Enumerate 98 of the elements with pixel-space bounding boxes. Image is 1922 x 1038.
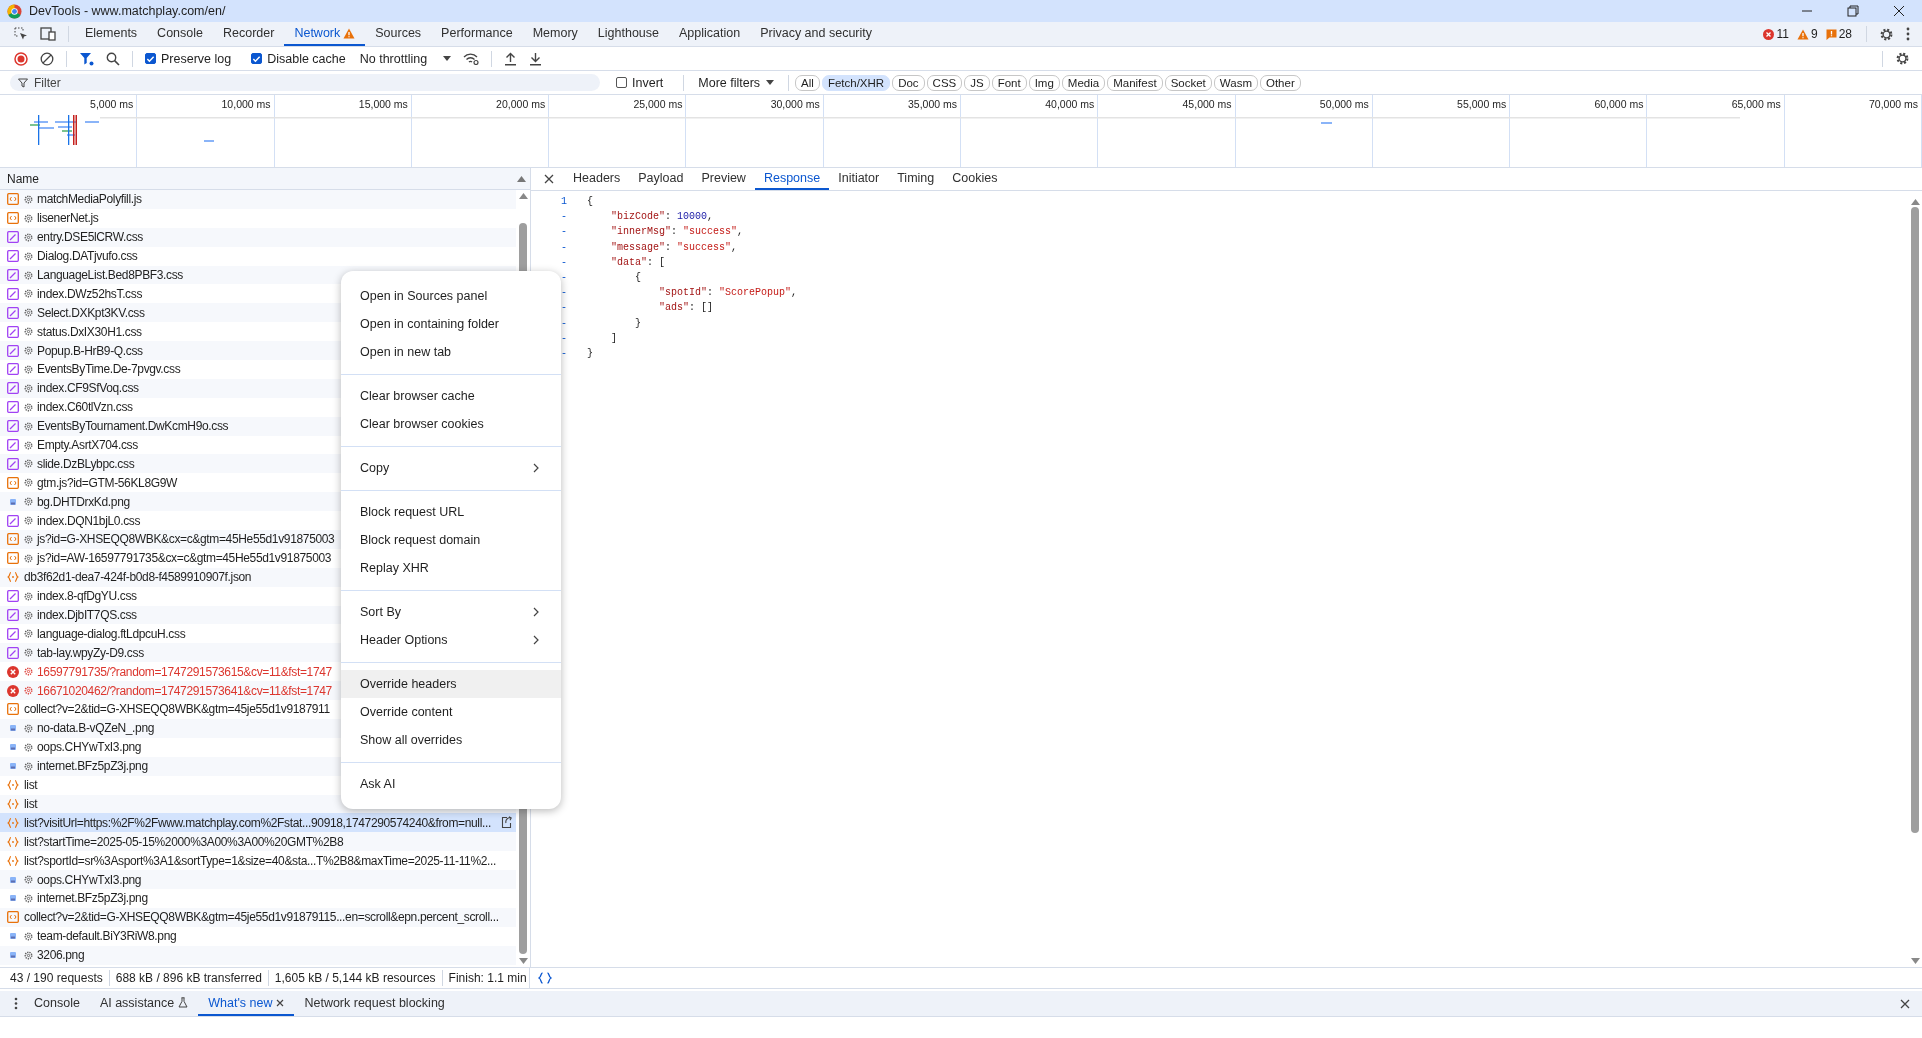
- request-name: gtm.js?id=GTM-56KL8G9W: [37, 475, 177, 490]
- request-name: list?startTime=2025-05-15%2000%3A00%3A00%20GMT%2B8: [24, 834, 344, 849]
- request-name: list?visitUrl=https:%2F%2Fwww.matchplay.com%2Fstat...90918,1747290574240&from=null...: [24, 815, 491, 830]
- request-name: Select.DXKpt3KV.css: [37, 305, 145, 320]
- status-text: 43 / 190 requests: [10, 971, 103, 985]
- tick-label: 25,000 ms: [633, 98, 683, 110]
- request-name: collect?v=2&tid=G-XHSEQQ8WBK&gtm=45je55d1v9187911: [24, 702, 330, 717]
- tick-label: 30,000 ms: [770, 98, 820, 110]
- request-name: EventsByTime.De-7pvgv.css: [37, 362, 181, 377]
- code-token: :: [671, 226, 679, 238]
- code-token: :: [665, 241, 673, 253]
- request-name: index.C60tlVzn.css: [37, 400, 133, 415]
- request-name: 16597791735/?random=1747291573615&cv=11&fst=1747: [37, 664, 332, 679]
- code-token: :: [707, 287, 715, 299]
- code-token: ,: [707, 211, 714, 223]
- request-name: no-data.B-vQZeN_.png: [37, 721, 155, 736]
- code-token: "message": [610, 241, 665, 253]
- request-name: matchMediaPolyfill.js: [37, 192, 142, 207]
- code-token: :: [665, 211, 673, 223]
- request-name: db3f62d1-dea7-424f-b0d8-f4589910907f.json: [24, 570, 252, 585]
- request-name: js?id=G-XHSEQQ8WBK&cx=c&gtm=45He55d1v91875003: [37, 532, 335, 547]
- tick-label: 55,000 ms: [1457, 98, 1507, 110]
- request-name: internet.BFz5pZ3j.png: [37, 891, 148, 906]
- tick-label: 5,000 ms: [90, 98, 134, 110]
- window-title: DevTools - www.matchplay.com/en/: [29, 4, 226, 18]
- code-token: "ScorePopup": [719, 287, 792, 299]
- line-number: -: [560, 226, 567, 238]
- code-token: ]: [610, 332, 617, 344]
- line-number: -: [560, 211, 567, 223]
- code-token: ,: [737, 226, 744, 238]
- line-number: -: [560, 347, 567, 359]
- tick-label: 35,000 ms: [907, 98, 957, 110]
- line-number: -: [560, 302, 567, 314]
- tick-label: 10,000 ms: [221, 98, 271, 110]
- request-name: bg.DHTDrxKd.png: [37, 494, 130, 509]
- tick-label: 60,000 ms: [1594, 98, 1644, 110]
- status-text: 688 kB / 896 kB transferred: [115, 971, 262, 985]
- request-name: collect?v=2&tid=G-XHSEQQ8WBK&gtm=45je55d1v91879115...en=scroll&epn.percent_scroll...: [24, 910, 499, 925]
- request-name: Popup.B-HrB9-Q.css: [37, 343, 143, 358]
- request-name: 3206.png: [37, 948, 85, 963]
- code-token: "success": [677, 241, 732, 253]
- tick-label: 20,000 ms: [496, 98, 546, 110]
- tick-label: 45,000 ms: [1182, 98, 1232, 110]
- code-token: ,: [731, 241, 738, 253]
- request-name: status.DxIX30H1.css: [37, 324, 142, 339]
- status-text: Finish: 1.1 min: [448, 971, 527, 985]
- request-name: internet.BFz5pZ3j.png: [37, 759, 148, 774]
- code-token: }: [587, 347, 593, 359]
- request-name: language-dialog.ftLdpcuH.css: [37, 626, 186, 641]
- tick-label: 15,000 ms: [358, 98, 408, 110]
- request-name: index.8-qfDgYU.css: [37, 589, 137, 604]
- request-name: entry.DSE5lCRW.css: [37, 230, 143, 245]
- line-number: -: [560, 317, 567, 329]
- line-number: -: [560, 256, 567, 268]
- line-number: -: [560, 241, 567, 253]
- code-token: {: [634, 272, 641, 284]
- request-name: 16671020462/?random=1747291573641&cv=11&fst=1747: [37, 683, 332, 698]
- code-token: "ads": [658, 302, 690, 314]
- code-token: : [: [647, 256, 666, 268]
- request-name: lisenerNet.js: [37, 211, 99, 226]
- request-name: index.DWz52hsT.css: [37, 286, 143, 301]
- code-token: }: [634, 317, 641, 329]
- request-name: list?sportId=sr%3Asport%3A1&sortType=1&size=40&sta...T%2B8&maxTime=2025-11-11%2...: [24, 853, 496, 868]
- line-number: -: [560, 272, 567, 284]
- tick-label: 40,000 ms: [1045, 98, 1095, 110]
- line-number: -: [560, 332, 567, 344]
- request-name: list: [24, 778, 38, 793]
- request-name: slide.DzBLybpc.css: [37, 456, 135, 471]
- request-name: oops.CHYwTxI3.png: [37, 872, 142, 887]
- request-name: tab-lay.wpyZy-D9.css: [37, 645, 144, 660]
- tick-label: 65,000 ms: [1731, 98, 1781, 110]
- code-token: ,: [791, 287, 798, 299]
- checkbox-label: Disable cache: [267, 51, 346, 66]
- code-token: "data": [610, 256, 647, 268]
- checkbox-label: Preserve log: [161, 51, 232, 66]
- code-token: "success": [683, 226, 738, 238]
- line-number: -: [560, 287, 567, 299]
- request-name: js?id=AW-16597791735&cx=c&gtm=45He55d1v91875003: [37, 551, 332, 566]
- request-name: list: [24, 796, 38, 811]
- tick-label: 70,000 ms: [1868, 98, 1918, 110]
- request-name: Empty.AsrtX704.css: [37, 438, 138, 452]
- request-name: index.CF9SfVoq.css: [37, 381, 139, 396]
- request-name: index.DQN1bjL0.css: [37, 513, 141, 528]
- code-token: "spotId": [658, 287, 708, 299]
- checkbox-label: Invert: [632, 75, 664, 90]
- code-token: : []: [689, 302, 714, 314]
- request-name: EventsByTournament.DwKcmH9o.css: [37, 419, 229, 434]
- line-number: 1: [560, 196, 567, 208]
- request-name: team-default.BiY3RiW8.png: [37, 929, 177, 944]
- request-name: LanguageList.Bed8PBF3.css: [37, 268, 184, 282]
- request-name: index.DjbIT7QS.css: [37, 608, 137, 623]
- code-token: {: [587, 196, 593, 208]
- tick-label: 50,000 ms: [1319, 98, 1369, 110]
- code-token: "innerMsg": [610, 226, 671, 238]
- code-token: "bizCode": [610, 211, 665, 223]
- request-name: oops.CHYwTxI3.png: [37, 740, 142, 755]
- status-text: 1,605 kB / 5,144 kB resources: [274, 971, 436, 985]
- request-name: Dialog.DATjvufo.css: [37, 249, 138, 264]
